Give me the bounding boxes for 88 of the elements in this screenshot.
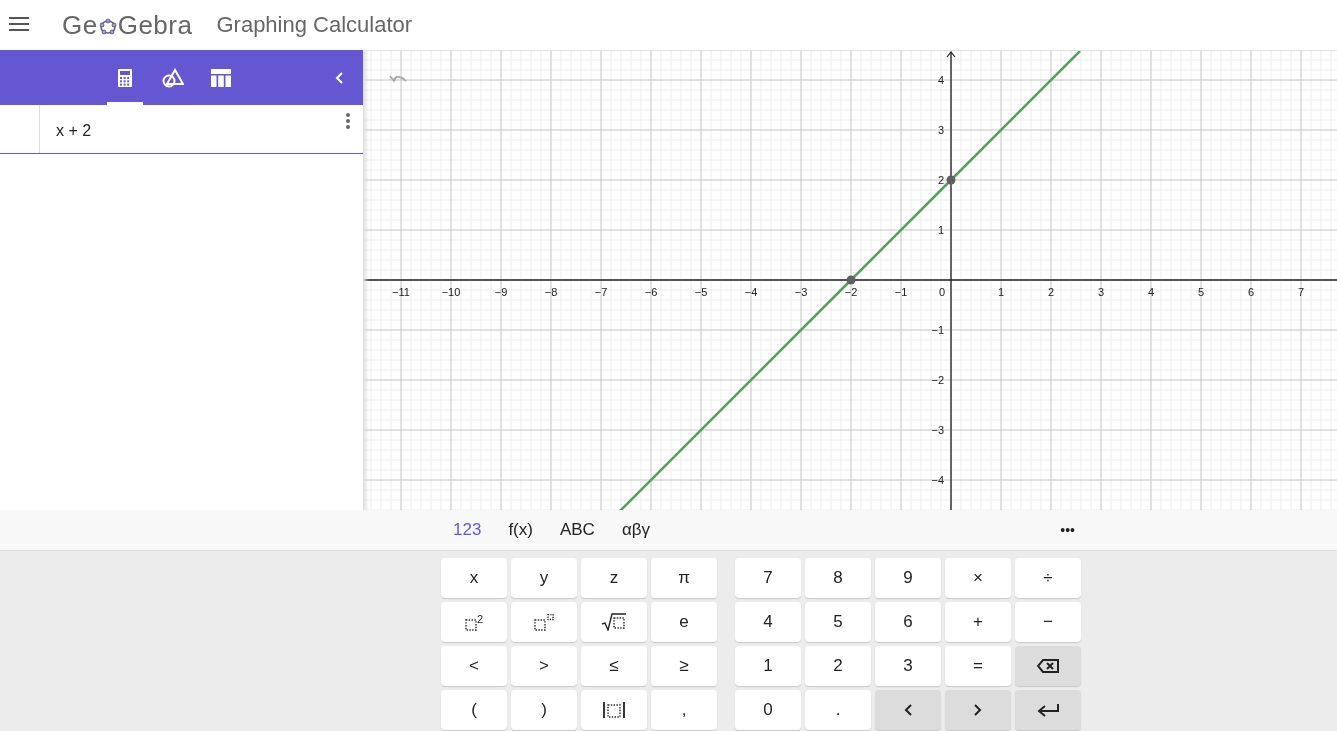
key[interactable]: > bbox=[511, 646, 577, 686]
key[interactable]: 6 bbox=[875, 602, 941, 642]
key[interactable]: 8 bbox=[805, 558, 871, 598]
key[interactable]: = bbox=[945, 646, 1011, 686]
menu-icon bbox=[9, 17, 29, 31]
tick-label: −2 bbox=[844, 286, 858, 298]
tick-label: 2 bbox=[937, 174, 944, 186]
tick-label: 4 bbox=[1147, 286, 1155, 298]
tick-label: 1 bbox=[937, 224, 944, 236]
keyboard-tab[interactable]: ABC bbox=[559, 520, 595, 540]
enter-key[interactable] bbox=[1015, 690, 1081, 730]
square-key[interactable]: 2 bbox=[441, 602, 507, 642]
tick-label: −3 bbox=[931, 424, 944, 436]
app-title: Graphing Calculator bbox=[216, 12, 413, 38]
key[interactable]: − bbox=[1015, 602, 1081, 642]
tick-label: 3 bbox=[1097, 286, 1105, 298]
tick-label: −1 bbox=[931, 324, 944, 336]
tick-label: −8 bbox=[544, 286, 558, 298]
key[interactable]: π bbox=[651, 558, 717, 598]
tick-label: −9 bbox=[494, 286, 508, 298]
keyboard-tab[interactable]: f(x) bbox=[508, 520, 533, 540]
key[interactable]: , bbox=[651, 690, 717, 730]
logo-dots-icon bbox=[98, 18, 117, 35]
tick-label: 1 bbox=[997, 286, 1005, 298]
tick-label: −11 bbox=[392, 286, 410, 298]
tick-label: −3 bbox=[794, 286, 808, 298]
chevron-left-icon bbox=[904, 704, 912, 716]
backspace-icon bbox=[1037, 659, 1059, 673]
origin-label: 0 bbox=[938, 286, 945, 298]
key[interactable]: ) bbox=[511, 690, 577, 730]
backspace-key[interactable] bbox=[1015, 646, 1081, 686]
tick-label: 7 bbox=[1297, 286, 1305, 298]
more-options-icon[interactable] bbox=[345, 112, 351, 130]
placeholder-box-icon bbox=[464, 619, 477, 631]
keyboard-tab[interactable]: 123 bbox=[453, 520, 482, 540]
absolute-value-icon bbox=[602, 701, 626, 719]
key[interactable]: 3 bbox=[875, 646, 941, 686]
key[interactable]: × bbox=[945, 558, 1011, 598]
key[interactable]: y bbox=[511, 558, 577, 598]
tick-label: 5 bbox=[1197, 286, 1205, 298]
logo-text: Gebra bbox=[117, 9, 193, 41]
enter-icon bbox=[1037, 703, 1059, 717]
point[interactable] bbox=[946, 175, 956, 185]
key[interactable]: 5 bbox=[805, 602, 871, 642]
tick-label: 6 bbox=[1247, 286, 1255, 298]
square-root-key[interactable] bbox=[581, 602, 647, 642]
tick-label: −2 bbox=[931, 374, 944, 386]
tick-label: −1 bbox=[894, 286, 908, 298]
tick-label: −4 bbox=[744, 286, 758, 298]
tick-label: −7 bbox=[594, 286, 608, 298]
expression-text: x + 2 bbox=[55, 121, 93, 141]
keyboard-tab[interactable]: αβγ bbox=[621, 520, 650, 540]
key[interactable]: 4 bbox=[735, 602, 801, 642]
tick-label: −10 bbox=[441, 286, 461, 298]
table-icon bbox=[211, 68, 231, 87]
logo-text: Ge bbox=[62, 9, 98, 41]
key[interactable]: ≤ bbox=[581, 646, 647, 686]
geometry-icon bbox=[162, 67, 184, 88]
key[interactable]: 0 bbox=[735, 690, 801, 730]
chevron-right-icon bbox=[974, 704, 982, 716]
tick-label: 2 bbox=[1047, 286, 1055, 298]
key[interactable]: < bbox=[441, 646, 507, 686]
menu-button[interactable] bbox=[9, 17, 29, 33]
key[interactable]: 2 bbox=[805, 646, 871, 686]
tick-label: 3 bbox=[937, 124, 944, 136]
tick-label: 4 bbox=[937, 74, 944, 86]
key[interactable]: ( bbox=[441, 690, 507, 730]
absolute-value-key[interactable] bbox=[581, 690, 647, 730]
tick-label: −6 bbox=[644, 286, 658, 298]
square-root-icon bbox=[601, 613, 627, 631]
key[interactable]: . bbox=[805, 690, 871, 730]
tick-label: −4 bbox=[931, 474, 944, 486]
key[interactable]: x bbox=[441, 558, 507, 598]
tick-label: −5 bbox=[694, 286, 708, 298]
power-icon bbox=[534, 613, 554, 631]
point[interactable] bbox=[846, 275, 856, 285]
key[interactable]: 9 bbox=[875, 558, 941, 598]
collapse-icon[interactable] bbox=[333, 70, 345, 85]
key[interactable]: ÷ bbox=[1015, 558, 1081, 598]
algebra-row[interactable]: x + 2 bbox=[0, 105, 363, 154]
key[interactable]: z bbox=[581, 558, 647, 598]
key[interactable]: + bbox=[945, 602, 1011, 642]
calculator-icon bbox=[118, 68, 132, 87]
key[interactable]: 1 bbox=[735, 646, 801, 686]
more-button[interactable]: ••• bbox=[1060, 522, 1075, 538]
key[interactable]: e bbox=[651, 602, 717, 642]
key[interactable]: 7 bbox=[735, 558, 801, 598]
key[interactable]: ≥ bbox=[651, 646, 717, 686]
